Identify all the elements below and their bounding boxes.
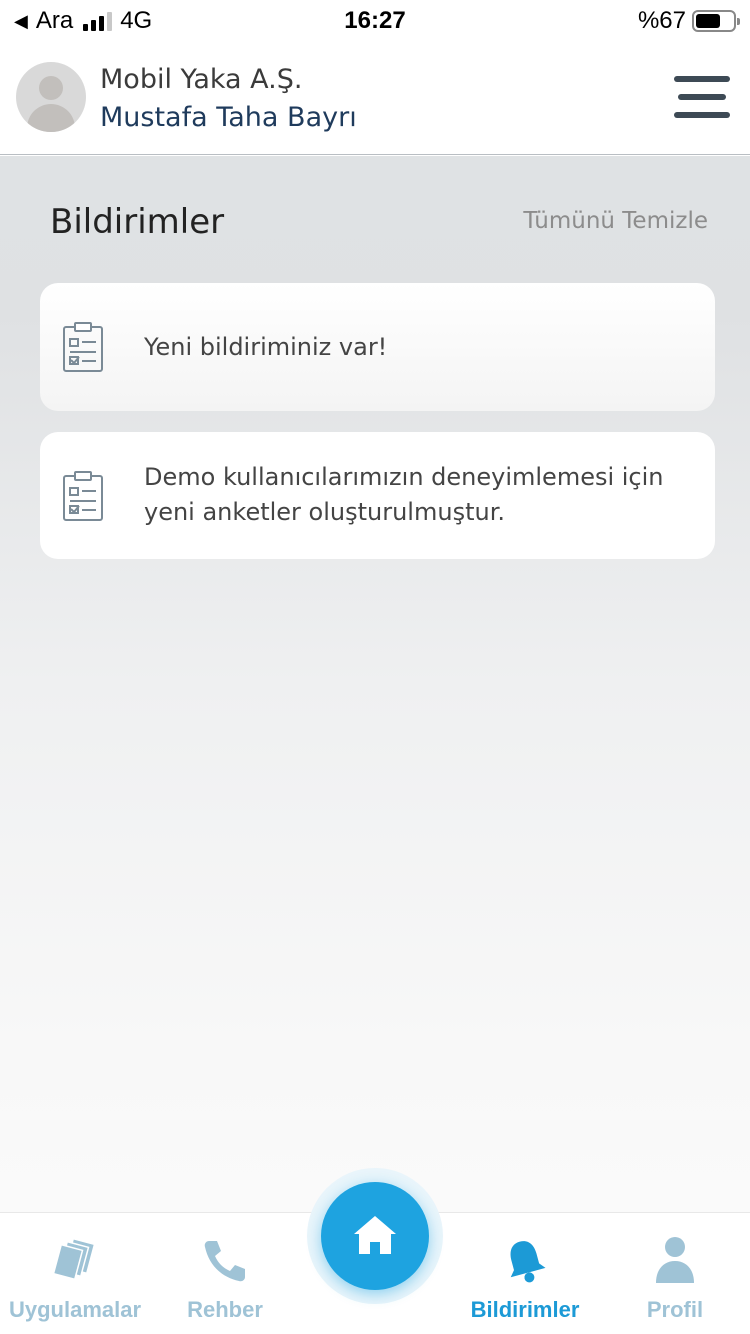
notifications-content: Bildirimler Tümünü Temizle Yeni bildirim… [0,156,750,1212]
user-name: Mustafa Taha Bayrı [100,102,357,133]
tab-profile[interactable]: Profil [600,1213,750,1334]
tab-label: Profil [646,1297,704,1322]
battery-percent: %67 [637,7,686,34]
page-title: Bildirimler [50,202,225,242]
home-button[interactable] [321,1182,429,1290]
tab-notifications[interactable]: Bildirimler [450,1213,600,1334]
notification-card[interactable]: Demo kullanıcılarımızın deneyimlemesi iç… [40,432,715,559]
hamburger-icon[interactable] [674,74,730,120]
tab-label: Uygulamalar [8,1297,142,1322]
tab-label: Bildirimler [470,1297,580,1322]
battery-icon [692,10,740,32]
phone-icon [204,1241,245,1282]
home-icon [354,1216,396,1254]
documents-icon [52,1237,96,1281]
status-bar: ◀ Ara 4G 16:27 %67 [0,0,750,40]
status-right: %67 [637,7,740,35]
tab-label: Rehber [187,1297,263,1322]
bell-icon [510,1241,546,1283]
notification-card[interactable]: Yeni bildiriminiz var! [40,283,715,411]
tab-apps[interactable]: Uygulamalar [0,1213,150,1334]
tab-contacts[interactable]: Rehber [150,1213,300,1334]
notification-text: Demo kullanıcılarımızın deneyimlemesi iç… [144,463,664,526]
clipboard-checklist-icon [63,471,103,521]
clear-all-button[interactable]: Tümünü Temizle [523,208,708,234]
person-icon [656,1237,694,1283]
clipboard-checklist-icon [63,322,103,372]
app-header: Mobil Yaka A.Ş. Mustafa Taha Bayrı [0,40,750,155]
notification-text: Yeni bildiriminiz var! [144,333,388,361]
avatar[interactable] [16,62,86,132]
company-name: Mobil Yaka A.Ş. [100,64,303,95]
